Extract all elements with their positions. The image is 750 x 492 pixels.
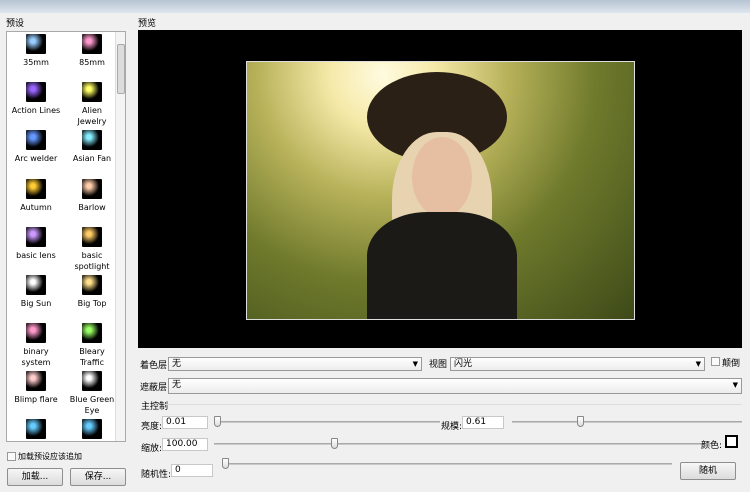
preset-label: Alien Jewelry (77, 106, 107, 126)
face (412, 137, 472, 217)
preset-label: Big Top (77, 299, 107, 308)
scale-label: 规模: (441, 422, 463, 432)
preset-thumbnail (82, 419, 102, 439)
brightness-slider[interactable] (215, 421, 440, 423)
color-swatch[interactable] (725, 435, 738, 448)
presets-title: 预设 (6, 19, 25, 29)
preset-list[interactable]: 35mm 85mm Action Lines Alien Jewelry Arc wel… (6, 31, 126, 442)
scale-slider[interactable] (512, 421, 742, 423)
append-label: 加载预设应该追加 (18, 452, 82, 461)
preset-label: Bleary Traffic (79, 347, 105, 367)
preset-label: Asian Fan (72, 154, 112, 163)
preset-label: Blue Green Eye (69, 395, 115, 415)
save-button[interactable]: 保存... (70, 468, 126, 486)
view-value: 闪光 (454, 359, 473, 369)
color-label: 颜色: (701, 441, 723, 451)
preset-item[interactable]: Big Sun (11, 275, 61, 309)
zoom-label: 缩放: (141, 444, 163, 454)
preset-thumbnail (82, 371, 102, 391)
preset-item[interactable]: Blue Green Eye (67, 371, 117, 416)
view-select[interactable]: 闪光 ▼ (450, 357, 705, 371)
preset-item[interactable]: Bleary Traffic (67, 323, 117, 368)
preset-label: Big Sun (20, 299, 52, 308)
preset-item[interactable]: Blimp flare (11, 371, 61, 405)
scale-slider-handle[interactable] (577, 416, 584, 427)
divider (165, 404, 742, 405)
preset-item[interactable]: Alien Jewelry (67, 82, 117, 127)
preset-item[interactable]: Barlow (67, 179, 117, 213)
preset-label: Arc welder (14, 154, 58, 163)
preset-thumbnail (26, 82, 46, 102)
top (367, 212, 517, 319)
preset-label: Action Lines (11, 106, 61, 115)
preset-thumbnail (82, 323, 102, 343)
title-bar (0, 0, 750, 13)
randomness-slider-handle[interactable] (222, 458, 229, 469)
randomness-label: 随机性: (141, 470, 172, 480)
preset-label: 85mm (79, 58, 105, 67)
preset-label: basic spotlight (74, 251, 110, 271)
preset-thumbnail (82, 227, 102, 247)
preset-label: Autumn (20, 203, 52, 212)
preset-item[interactable]: basic lens (11, 227, 61, 261)
preset-item[interactable]: Arc welder (11, 130, 61, 164)
append-checkbox[interactable] (7, 452, 16, 461)
zoom-slider-handle[interactable] (331, 438, 338, 449)
randomize-button[interactable]: 随机 (680, 462, 736, 480)
preset-thumbnail (26, 419, 46, 439)
preset-thumbnail (82, 34, 102, 54)
preset-thumbnail (26, 34, 46, 54)
preset-item[interactable]: basic spotlight (67, 227, 117, 272)
preset-thumbnail (82, 275, 102, 295)
preset-item[interactable]: 85mm (67, 34, 117, 68)
preset-thumbnail (26, 371, 46, 391)
load-button[interactable]: 加载... (7, 468, 63, 486)
preset-label: Barlow (78, 203, 106, 212)
preset-label: 35mm (23, 58, 49, 67)
preset-item[interactable]: Action Lines (11, 82, 61, 116)
preset-thumbnail (82, 179, 102, 199)
preset-thumbnail (82, 130, 102, 150)
preset-item[interactable]: binary system (11, 323, 61, 368)
preset-thumbnail (26, 275, 46, 295)
zoom-input[interactable]: 100.00 (162, 438, 208, 451)
preset-label: binary system (21, 347, 51, 367)
brightness-label: 亮度: (141, 422, 163, 432)
preset-label: Blimp flare (14, 395, 58, 404)
preset-thumbnail (26, 179, 46, 199)
color-layer-value: 无 (172, 359, 182, 369)
invert-label: 颠倒 (722, 359, 741, 369)
scrollbar-thumb[interactable] (117, 44, 125, 94)
preset-label: basic lens (16, 251, 56, 260)
scale-input[interactable]: 0.61 (462, 416, 504, 429)
mask-value: 无 (172, 380, 182, 390)
preview-photo (246, 61, 635, 320)
view-label: 视图 (429, 360, 448, 370)
preset-item[interactable] (67, 419, 117, 441)
preset-item[interactable] (11, 419, 61, 441)
mask-label: 遮蔽层 (140, 383, 168, 393)
randomness-slider[interactable] (222, 463, 672, 465)
color-layer-select[interactable]: 无 ▼ (168, 357, 422, 371)
preset-thumbnail (26, 323, 46, 343)
chevron-down-icon: ▼ (732, 381, 738, 389)
preset-item[interactable]: 35mm (11, 34, 61, 68)
color-layer-label: 着色层 (140, 361, 168, 371)
randomness-input[interactable]: 0 (171, 464, 213, 477)
preset-thumbnail (26, 130, 46, 150)
preset-item[interactable]: Asian Fan (67, 130, 117, 164)
brightness-input[interactable]: 0.01 (162, 416, 208, 429)
preset-thumbnail (82, 82, 102, 102)
preset-item[interactable]: Big Top (67, 275, 117, 309)
invert-checkbox[interactable] (711, 357, 720, 366)
chevron-down-icon: ▼ (412, 360, 418, 368)
mask-select[interactable]: 无 ▼ (168, 378, 742, 394)
chevron-down-icon: ▼ (695, 360, 701, 368)
brightness-slider-handle[interactable] (214, 416, 221, 427)
master-title: 主控制 (141, 402, 169, 412)
zoom-slider[interactable] (214, 443, 705, 445)
preset-thumbnail (26, 227, 46, 247)
preview-title: 预览 (138, 19, 157, 29)
preset-item[interactable]: Autumn (11, 179, 61, 213)
